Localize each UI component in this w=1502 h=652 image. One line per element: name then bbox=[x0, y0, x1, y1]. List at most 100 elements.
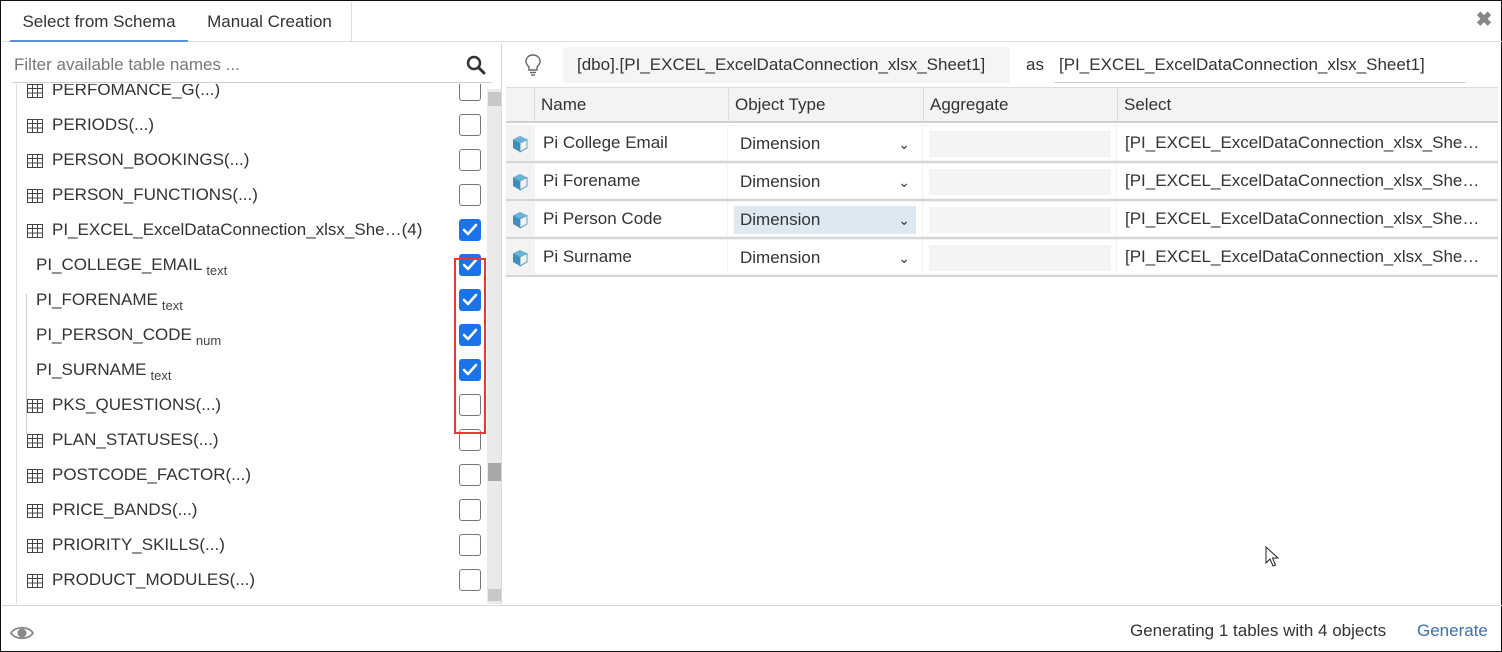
column-item[interactable]: PI_COLLEGE_EMAIL text bbox=[17, 248, 486, 283]
lightbulb-icon[interactable] bbox=[524, 53, 542, 77]
scrollbar-thumb[interactable] bbox=[488, 463, 501, 481]
aggregate-cell bbox=[923, 164, 1116, 198]
table-item[interactable]: PKS_QUESTIONS(...) bbox=[17, 388, 486, 423]
object-type-select[interactable]: Dimension ⌄ bbox=[734, 168, 916, 196]
object-type-select[interactable]: Dimension ⌄ bbox=[734, 244, 916, 272]
column-header-object-type[interactable]: Object Type bbox=[728, 88, 923, 122]
table-item[interactable]: POSTCODE_FACTOR(...) bbox=[17, 458, 486, 493]
grid-row: Pi Surname Dimension ⌄ [PI_EXCEL_ExcelDataC… bbox=[506, 239, 1498, 277]
filter-bar bbox=[12, 45, 492, 83]
item-checkbox[interactable] bbox=[459, 114, 481, 136]
checkmark-icon bbox=[462, 363, 478, 376]
filter-input[interactable] bbox=[12, 51, 452, 79]
tab-manual-creation[interactable]: Manual Creation bbox=[188, 2, 352, 42]
item-label: PLAN_STATUSES(...) bbox=[52, 430, 219, 449]
name-cell[interactable]: Pi Forename bbox=[535, 164, 727, 198]
item-checkbox[interactable] bbox=[459, 499, 481, 521]
source-table-name: [dbo].[PI_EXCEL_ExcelDataConnection_xlsx… bbox=[563, 47, 1010, 83]
generate-button[interactable]: Generate bbox=[1417, 621, 1488, 641]
aggregate-cell bbox=[923, 240, 1116, 274]
table-list: PERFOMANCE_G(...) PERIODS(...) PERSON_BOOK… bbox=[16, 84, 486, 604]
checkmark-icon bbox=[462, 258, 478, 271]
scroll-up-button[interactable] bbox=[488, 92, 501, 106]
column-header-name[interactable]: Name bbox=[534, 88, 728, 122]
checkmark-icon bbox=[462, 223, 478, 236]
aggregate-input[interactable] bbox=[929, 207, 1111, 233]
item-checkbox[interactable] bbox=[459, 184, 481, 206]
item-checkbox[interactable] bbox=[459, 289, 481, 311]
select-cell[interactable]: [PI_EXCEL_ExcelDataConnection_xlsx_She… bbox=[1117, 164, 1497, 198]
object-type-cell: Dimension ⌄ bbox=[728, 240, 922, 274]
datatype-label: text bbox=[161, 298, 183, 313]
column-item[interactable]: PI_PERSON_CODE num bbox=[17, 318, 486, 353]
status-text: Generating 1 tables with 4 objects bbox=[1130, 621, 1387, 640]
item-checkbox[interactable] bbox=[459, 254, 481, 276]
table-item[interactable]: PRICE_BANDS(...) bbox=[17, 493, 486, 528]
item-checkbox[interactable] bbox=[459, 534, 481, 556]
table-item[interactable]: PRIORITY_SKILLS(...) bbox=[17, 528, 486, 563]
scroll-down-button[interactable] bbox=[488, 589, 501, 601]
item-label: PERIODS(...) bbox=[52, 115, 155, 134]
aggregate-input[interactable] bbox=[929, 169, 1111, 195]
aggregate-input[interactable] bbox=[929, 131, 1111, 157]
item-checkbox[interactable] bbox=[459, 219, 481, 241]
aggregate-input[interactable] bbox=[929, 245, 1111, 271]
item-label: POSTCODE_FACTOR(...) bbox=[52, 465, 251, 484]
item-checkbox[interactable] bbox=[459, 569, 481, 591]
eye-icon[interactable] bbox=[10, 624, 34, 642]
alias-input[interactable] bbox=[1055, 47, 1465, 83]
item-label: PI_PERSON_CODE num bbox=[36, 325, 222, 348]
item-label: PRIORITY_SKILLS(...) bbox=[52, 535, 225, 554]
datatype-label: text bbox=[206, 263, 228, 278]
select-cell[interactable]: [PI_EXCEL_ExcelDataConnection_xlsx_She… bbox=[1117, 202, 1497, 236]
as-label: as bbox=[1026, 55, 1044, 74]
name-cell[interactable]: Pi Person Code bbox=[535, 202, 727, 236]
aggregate-cell bbox=[923, 202, 1116, 236]
dimension-cube-icon bbox=[513, 136, 528, 153]
table-grid-icon bbox=[27, 189, 43, 203]
datatype-label: text bbox=[150, 368, 172, 383]
datatype-label: num bbox=[195, 333, 222, 348]
item-checkbox[interactable] bbox=[459, 359, 481, 381]
select-cell[interactable]: [PI_EXCEL_ExcelDataConnection_xlsx_She… bbox=[1117, 240, 1497, 274]
item-checkbox[interactable] bbox=[459, 464, 481, 486]
item-label: PRICE_BANDS(...) bbox=[52, 500, 198, 519]
column-header-aggregate[interactable]: Aggregate bbox=[923, 88, 1117, 122]
item-label: PI_COLLEGE_EMAIL text bbox=[36, 255, 228, 278]
select-cell[interactable]: [PI_EXCEL_ExcelDataConnection_xlsx_She… bbox=[1117, 126, 1497, 160]
dimension-cube-icon bbox=[513, 174, 528, 191]
item-checkbox[interactable] bbox=[459, 149, 481, 171]
object-type-select[interactable]: Dimension ⌄ bbox=[734, 206, 916, 234]
column-item[interactable]: PI_SURNAME text bbox=[17, 353, 486, 388]
item-checkbox[interactable] bbox=[459, 429, 481, 451]
column-header-select[interactable]: Select bbox=[1117, 88, 1498, 122]
source-bar: [dbo].[PI_EXCEL_ExcelDataConnection_xlsx… bbox=[504, 43, 1501, 87]
table-item[interactable]: PRODUCT_MODULES(...) bbox=[17, 563, 486, 598]
table-grid-icon bbox=[27, 154, 43, 168]
list-scrollbar[interactable] bbox=[487, 89, 501, 604]
table-item[interactable]: PERSON_BOOKINGS(...) bbox=[17, 143, 486, 178]
table-grid-icon bbox=[27, 539, 43, 553]
name-cell[interactable]: Pi College Email bbox=[535, 126, 727, 160]
item-checkbox[interactable] bbox=[459, 84, 481, 101]
table-item[interactable]: PERIODS(...) bbox=[17, 108, 486, 143]
table-item[interactable]: PERSON_FUNCTIONS(...) bbox=[17, 178, 486, 213]
column-item[interactable]: PI_FORENAME text bbox=[17, 283, 486, 318]
object-type-cell: Dimension ⌄ bbox=[728, 126, 922, 160]
name-cell[interactable]: Pi Surname bbox=[535, 240, 727, 274]
footer: Generating 1 tables with 4 objects Gener… bbox=[2, 605, 1502, 652]
checkmark-icon bbox=[462, 328, 478, 341]
search-icon[interactable] bbox=[466, 55, 486, 75]
checkmark-icon bbox=[462, 293, 478, 306]
item-checkbox[interactable] bbox=[459, 394, 481, 416]
tab-select-from-schema[interactable]: Select from Schema bbox=[10, 2, 188, 42]
table-grid-icon bbox=[27, 399, 43, 413]
table-grid-icon bbox=[27, 574, 43, 588]
close-button[interactable]: ✖ bbox=[1472, 8, 1496, 32]
table-item[interactable]: PLAN_STATUSES(...) bbox=[17, 423, 486, 458]
object-type-select[interactable]: Dimension ⌄ bbox=[734, 130, 916, 158]
table-item[interactable]: PI_EXCEL_ExcelDataConnection_xlsx_She…(4… bbox=[17, 213, 486, 248]
object-type-cell: Dimension ⌄ bbox=[728, 164, 922, 198]
table-item[interactable]: PERFOMANCE_G(...) bbox=[17, 84, 486, 108]
item-checkbox[interactable] bbox=[459, 324, 481, 346]
